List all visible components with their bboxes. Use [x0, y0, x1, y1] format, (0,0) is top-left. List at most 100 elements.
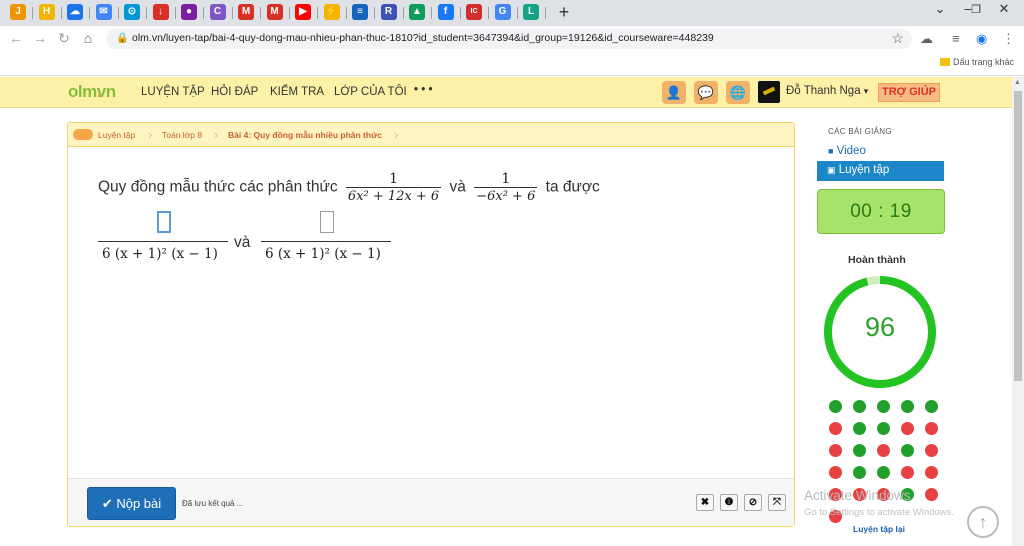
- result-dot-wrong[interactable]: [925, 466, 938, 479]
- browser-tab-favicon[interactable]: ▶: [295, 4, 311, 20]
- result-dot-correct[interactable]: [901, 444, 914, 457]
- new-tab-button[interactable]: +: [556, 2, 572, 23]
- result-dot-correct[interactable]: [877, 422, 890, 435]
- result-dot-correct[interactable]: [853, 466, 866, 479]
- page-scrollbar[interactable]: ▲: [1012, 77, 1024, 546]
- tab-separator: [488, 7, 489, 19]
- result-dot-wrong[interactable]: [829, 444, 842, 457]
- result-dot-correct[interactable]: [925, 400, 938, 413]
- maximize-button[interactable]: ❐: [966, 3, 986, 16]
- bookmark-star-icon[interactable]: ☆: [891, 30, 904, 47]
- result-dot-correct[interactable]: [853, 444, 866, 457]
- result-dot-wrong[interactable]: [925, 488, 938, 501]
- result-dot-correct[interactable]: [829, 400, 842, 413]
- result-dot-wrong[interactable]: [925, 444, 938, 457]
- extension-cloud-icon[interactable]: ☁: [920, 31, 933, 47]
- nav-qa[interactable]: HỎI ĐÁP: [211, 86, 258, 98]
- other-bookmarks[interactable]: Dấu trang khác: [939, 57, 1014, 67]
- scroll-top-button[interactable]: ↑: [967, 506, 999, 538]
- help-button[interactable]: TRỢ GIÚP: [878, 83, 940, 102]
- browser-tab-favicon[interactable]: ⚡: [323, 4, 340, 20]
- browser-tab-favicon[interactable]: IC: [466, 4, 482, 20]
- username: Đỗ Thanh Nga: [786, 85, 861, 97]
- globe-icon[interactable]: 🌐: [726, 81, 750, 104]
- submit-button[interactable]: ✔ Nộp bài: [87, 487, 176, 520]
- browser-tab-favicon[interactable]: L: [523, 4, 539, 20]
- scroll-up-arrow[interactable]: ▲: [1014, 79, 1021, 86]
- tab-separator: [459, 7, 461, 19]
- caret-down-icon: ▾: [863, 86, 869, 96]
- result-dot-correct[interactable]: [877, 466, 890, 479]
- browser-tab-favicon[interactable]: ●: [181, 4, 197, 20]
- video-link[interactable]: ■ Video: [828, 145, 866, 157]
- address-bar[interactable]: 🔒 olm.vn/luyen-tap/bai-4-quy-dong-mau-nh…: [106, 29, 912, 49]
- result-dot-wrong[interactable]: [829, 422, 842, 435]
- close-icon[interactable]: ✖: [696, 494, 714, 511]
- nav-exam[interactable]: KIỂM TRA: [270, 86, 324, 98]
- browser-tab-favicon[interactable]: H: [38, 4, 55, 20]
- timer: 00 : 19: [817, 189, 945, 234]
- tab-separator: [203, 7, 204, 19]
- folder-icon: [939, 58, 950, 66]
- url-text[interactable]: olm.vn/luyen-tap/bai-4-quy-dong-mau-nhie…: [132, 32, 714, 44]
- browser-tab-favicon[interactable]: M: [266, 4, 283, 20]
- tab-search-icon[interactable]: ⌄: [930, 1, 950, 17]
- reload-icon[interactable]: ↻: [56, 30, 72, 47]
- practice-link[interactable]: ▣ Luyện tập: [817, 161, 944, 181]
- breadcrumb-practice[interactable]: Luyện tập: [98, 130, 135, 140]
- browser-tab-favicon[interactable]: ✉: [95, 4, 112, 20]
- result-dot-wrong[interactable]: [829, 466, 842, 479]
- nav-my-class[interactable]: LỚP CỦA TÔI: [334, 86, 407, 98]
- browser-tab-favicon[interactable]: J: [10, 4, 26, 20]
- close-window-button[interactable]: ✕: [994, 1, 1014, 17]
- back-icon[interactable]: ←: [8, 30, 24, 46]
- profile-avatar-icon[interactable]: ◉: [976, 31, 987, 47]
- cloud-icon: [73, 129, 93, 140]
- result-dot-wrong[interactable]: [925, 422, 938, 435]
- browser-tab-favicon[interactable]: f: [437, 4, 454, 20]
- result-dot-wrong[interactable]: [901, 466, 914, 479]
- practice-icon: ▣: [827, 165, 836, 175]
- scroll-thumb[interactable]: [1014, 91, 1022, 381]
- lock-icon[interactable]: 🔒: [116, 33, 128, 44]
- result-dot-wrong[interactable]: [901, 422, 914, 435]
- breadcrumb-math8[interactable]: Toán lớp 8: [162, 130, 202, 140]
- browser-tab-favicon[interactable]: ≡: [352, 4, 368, 20]
- browser-tab-favicon[interactable]: ⊙: [124, 4, 140, 20]
- result-dot-correct[interactable]: [853, 400, 866, 413]
- olm-logo[interactable]: olm. vn: [68, 82, 116, 102]
- tab-separator: [146, 7, 147, 19]
- result-dot-wrong[interactable]: [877, 444, 890, 457]
- retry-link[interactable]: Luyện tập lại: [853, 524, 905, 534]
- add-friend-icon[interactable]: 👤: [662, 81, 686, 104]
- browser-tab-favicon[interactable]: G: [494, 4, 511, 20]
- browser-tab-favicon[interactable]: M: [238, 4, 254, 20]
- browser-tab-favicon[interactable]: ☁: [67, 4, 83, 20]
- user-menu[interactable]: Đỗ Thanh Nga ▾: [786, 85, 868, 97]
- browser-menu-icon[interactable]: ⋮: [1002, 31, 1015, 47]
- nav-more[interactable]: • • •: [414, 84, 432, 96]
- info-icon[interactable]: ❶: [720, 494, 738, 511]
- completion-title: Hoàn thành: [848, 254, 906, 266]
- chevron-right-icon: ›: [394, 127, 399, 142]
- answer-1-denominator: 6 (x + 1)² (x − 1): [102, 246, 218, 262]
- extension-list-icon[interactable]: ≡: [952, 31, 960, 46]
- result-dot-correct[interactable]: [877, 400, 890, 413]
- browser-tab-favicon[interactable]: ↓: [152, 4, 169, 20]
- tab-separator: [32, 7, 33, 19]
- browser-tab-favicon[interactable]: ▲: [409, 4, 425, 20]
- browser-tab-favicon[interactable]: R: [380, 4, 397, 20]
- block-icon[interactable]: ⊘: [744, 494, 762, 511]
- nav-practice[interactable]: LUYỆN TẬP: [141, 86, 205, 98]
- fullscreen-icon[interactable]: ⤧: [768, 494, 786, 511]
- result-dot-correct[interactable]: [901, 400, 914, 413]
- messages-icon[interactable]: 💬: [694, 81, 718, 104]
- browser-tab-favicon[interactable]: C: [209, 4, 226, 20]
- forward-icon[interactable]: →: [32, 30, 48, 46]
- answer-1-input[interactable]: [157, 211, 171, 233]
- answer-2-input[interactable]: [320, 211, 334, 233]
- result-dot-correct[interactable]: [853, 422, 866, 435]
- user-avatar[interactable]: [758, 81, 780, 103]
- tab-separator: [60, 7, 62, 19]
- home-icon[interactable]: ⌂: [80, 30, 96, 46]
